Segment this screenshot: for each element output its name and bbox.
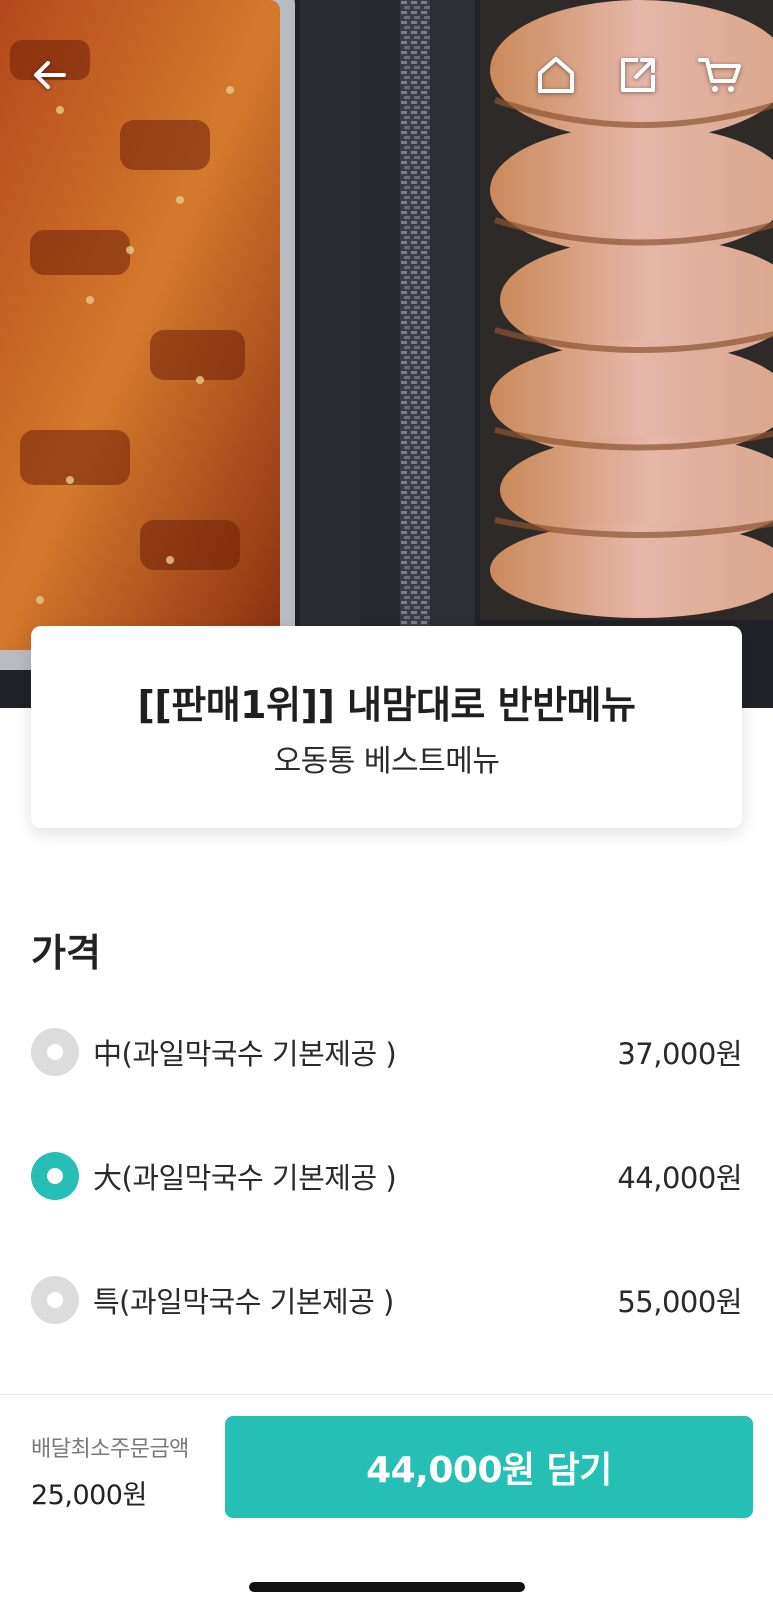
radio-button-unselected[interactable] [31,1028,79,1076]
price-option-large[interactable]: 大(과일막국수 기본제공 ) 44,000원 [31,1141,742,1211]
price-option-medium[interactable]: 中(과일막국수 기본제공 ) 37,000원 [31,1017,742,1087]
radio-button-unselected[interactable] [31,1276,79,1324]
share-button[interactable] [608,45,668,105]
price-section-title: 가격 [31,931,101,975]
price-option-label: 中(과일막국수 기본제공 ) [93,1037,397,1071]
top-navigation [0,0,773,150]
cart-button[interactable] [690,45,750,105]
back-button[interactable] [20,45,80,105]
price-option-price: 44,000원 [617,1161,742,1195]
radio-button-selected[interactable] [31,1152,79,1200]
product-subtitle: 오동통 베스트메뉴 [273,744,500,779]
price-option-special[interactable]: 특(과일막국수 기본제공 ) 55,000원 [31,1265,742,1335]
home-button[interactable] [526,45,586,105]
order-bottom-bar: 배달최소주문금액 25,000원 44,000원 담기 [0,1394,773,1610]
price-option-label: 특(과일막국수 기본제공 ) [93,1285,394,1319]
price-option-label: 大(과일막국수 기본제공 ) [93,1161,397,1195]
share-icon [621,58,655,92]
product-title-card: [[판매1위]] 내맘대로 반반메뉴 오동통 베스트메뉴 [31,626,742,828]
home-indicator[interactable] [249,1582,525,1592]
price-option-price: 55,000원 [617,1285,742,1319]
min-order-value: 25,000원 [31,1480,147,1511]
cart-icon [698,58,741,92]
home-icon [538,57,574,93]
product-title: [[판매1위]] 내맘대로 반반메뉴 [137,683,636,727]
min-order-label: 배달최소주문금액 [31,1437,189,1462]
arrow-left-icon [34,61,66,89]
add-to-cart-button[interactable]: 44,000원 담기 [225,1416,753,1518]
price-option-price: 37,000원 [617,1037,742,1071]
